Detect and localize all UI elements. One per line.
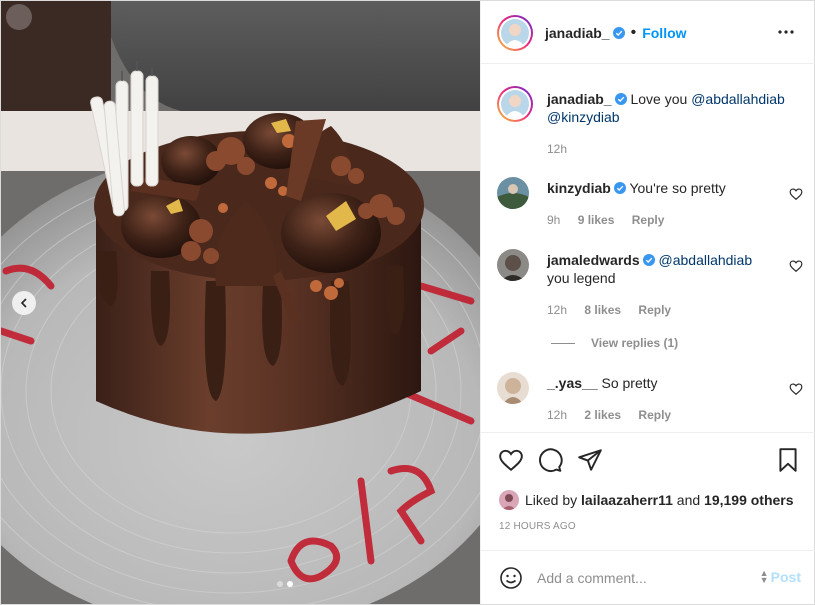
post-comment-button[interactable]: ▲ ▼ Post	[759, 568, 801, 586]
author-username[interactable]: janadiab_	[545, 25, 610, 41]
verified-badge-icon	[613, 182, 626, 194]
verified-badge-icon	[612, 27, 625, 39]
add-comment-bar: ▲▼ Post	[481, 550, 815, 604]
comment-text: _.yas__ So pretty	[547, 374, 787, 392]
liked-by-conjunction: and	[676, 492, 701, 508]
caption-age[interactable]: 12h	[547, 142, 567, 156]
comment-age[interactable]: 12h	[547, 408, 567, 422]
comment-like-heart-icon[interactable]	[789, 259, 803, 273]
separator-dot: •	[630, 24, 637, 41]
share-icon[interactable]	[577, 447, 603, 473]
comment-item: jamaledwards @abdallahdiab you legend 12…	[497, 249, 803, 319]
comment-body: So pretty	[601, 375, 658, 391]
carousel-indicator	[277, 581, 293, 587]
liked-by-prefix: Liked by	[525, 492, 578, 508]
verified-badge-icon	[642, 254, 655, 266]
bookmark-icon[interactable]	[775, 447, 801, 473]
view-replies-button[interactable]: View replies (1)	[551, 336, 678, 350]
comment-meta: 12h 2 likes Reply	[547, 406, 685, 424]
comment-text: kinzydiab You're so pretty	[547, 179, 787, 197]
liker-username[interactable]: lailaazaherr11	[581, 492, 673, 508]
post-header: janadiab_ • Follow	[481, 1, 815, 64]
comment-icon[interactable]	[537, 447, 563, 473]
comment-like-heart-icon[interactable]	[789, 187, 803, 201]
post-card: janadiab_ • Follow janadiab_ Love you @a…	[0, 0, 815, 605]
follow-button[interactable]: Follow	[642, 25, 686, 41]
caption-text: janadiab_ Love you @abdallahdiab @kinzyd…	[547, 90, 787, 126]
more-options-icon[interactable]	[777, 23, 795, 41]
post-photo[interactable]	[1, 1, 480, 604]
avatar-image	[501, 19, 529, 47]
cake-photo-illustration	[1, 1, 480, 604]
comment-body: you legend	[547, 270, 616, 286]
likes-count[interactable]: 19,199 others	[704, 492, 794, 508]
mention-link[interactable]: @abdallahdiab	[659, 252, 753, 268]
heart-icon[interactable]	[498, 447, 524, 473]
comment-username[interactable]: jamaledwards	[547, 252, 640, 268]
emoji-icon[interactable]	[499, 566, 523, 590]
comment-age[interactable]: 9h	[547, 213, 560, 227]
comment-avatar[interactable]	[497, 177, 529, 209]
reply-button[interactable]: Reply	[638, 408, 671, 422]
comment-input[interactable]	[537, 567, 747, 589]
liked-by: Liked by lailaazaherr11 and 19,199 other…	[499, 490, 794, 510]
chevron-left-icon	[20, 298, 27, 308]
caption-meta: 12h	[547, 140, 581, 158]
caption-body: Love you	[630, 91, 688, 107]
comment-avatar[interactable]	[497, 372, 529, 404]
reply-button[interactable]: Reply	[632, 213, 665, 227]
view-replies-label: View replies (1)	[591, 336, 679, 350]
caption-avatar[interactable]	[497, 86, 533, 122]
caption-username[interactable]: janadiab_	[547, 91, 612, 107]
comment-likes[interactable]: 8 likes	[584, 303, 621, 317]
comment-likes[interactable]: 9 likes	[578, 213, 615, 227]
comment-avatar[interactable]	[497, 249, 529, 281]
post-label: Post	[770, 569, 801, 585]
author-avatar[interactable]	[497, 15, 533, 51]
post-actions: Liked by lailaazaherr11 and 19,199 other…	[481, 432, 815, 551]
post-timestamp[interactable]: 12 HOURS AGO	[499, 521, 576, 532]
carousel-prev-button[interactable]	[12, 291, 36, 315]
post-details-panel: janadiab_ • Follow janadiab_ Love you @a…	[480, 1, 815, 604]
comment-likes[interactable]: 2 likes	[584, 408, 621, 422]
comment-age[interactable]: 12h	[547, 303, 567, 317]
reply-button[interactable]: Reply	[638, 303, 671, 317]
comment-item: _.yas__ So pretty 12h 2 likes Reply	[497, 372, 803, 424]
verified-badge-icon	[614, 93, 627, 105]
comment-meta: 9h 9 likes Reply	[547, 211, 678, 229]
resize-handle-icon: ▲ ▼	[759, 568, 769, 585]
mention-link[interactable]: @abdallahdiab	[691, 91, 785, 107]
comment-meta: 12h 8 likes Reply	[547, 301, 685, 319]
liker-avatar[interactable]	[499, 490, 519, 510]
replies-divider-line	[551, 342, 575, 344]
carousel-dot	[277, 581, 283, 587]
carousel-dot-active	[287, 581, 293, 587]
comment-body: You're so pretty	[629, 180, 726, 196]
comment-username[interactable]: kinzydiab	[547, 180, 611, 196]
comment-like-heart-icon[interactable]	[789, 382, 803, 396]
caption: janadiab_ Love you @abdallahdiab @kinzyd…	[497, 86, 797, 166]
comments-list[interactable]: janadiab_ Love you @abdallahdiab @kinzyd…	[481, 64, 815, 432]
mention-link[interactable]: @kinzydiab	[547, 109, 620, 125]
comment-item: kinzydiab You're so pretty 9h 9 likes Re…	[497, 177, 803, 229]
comment-username[interactable]: _.yas__	[547, 375, 598, 391]
comment-text: jamaledwards @abdallahdiab you legend	[547, 251, 787, 287]
